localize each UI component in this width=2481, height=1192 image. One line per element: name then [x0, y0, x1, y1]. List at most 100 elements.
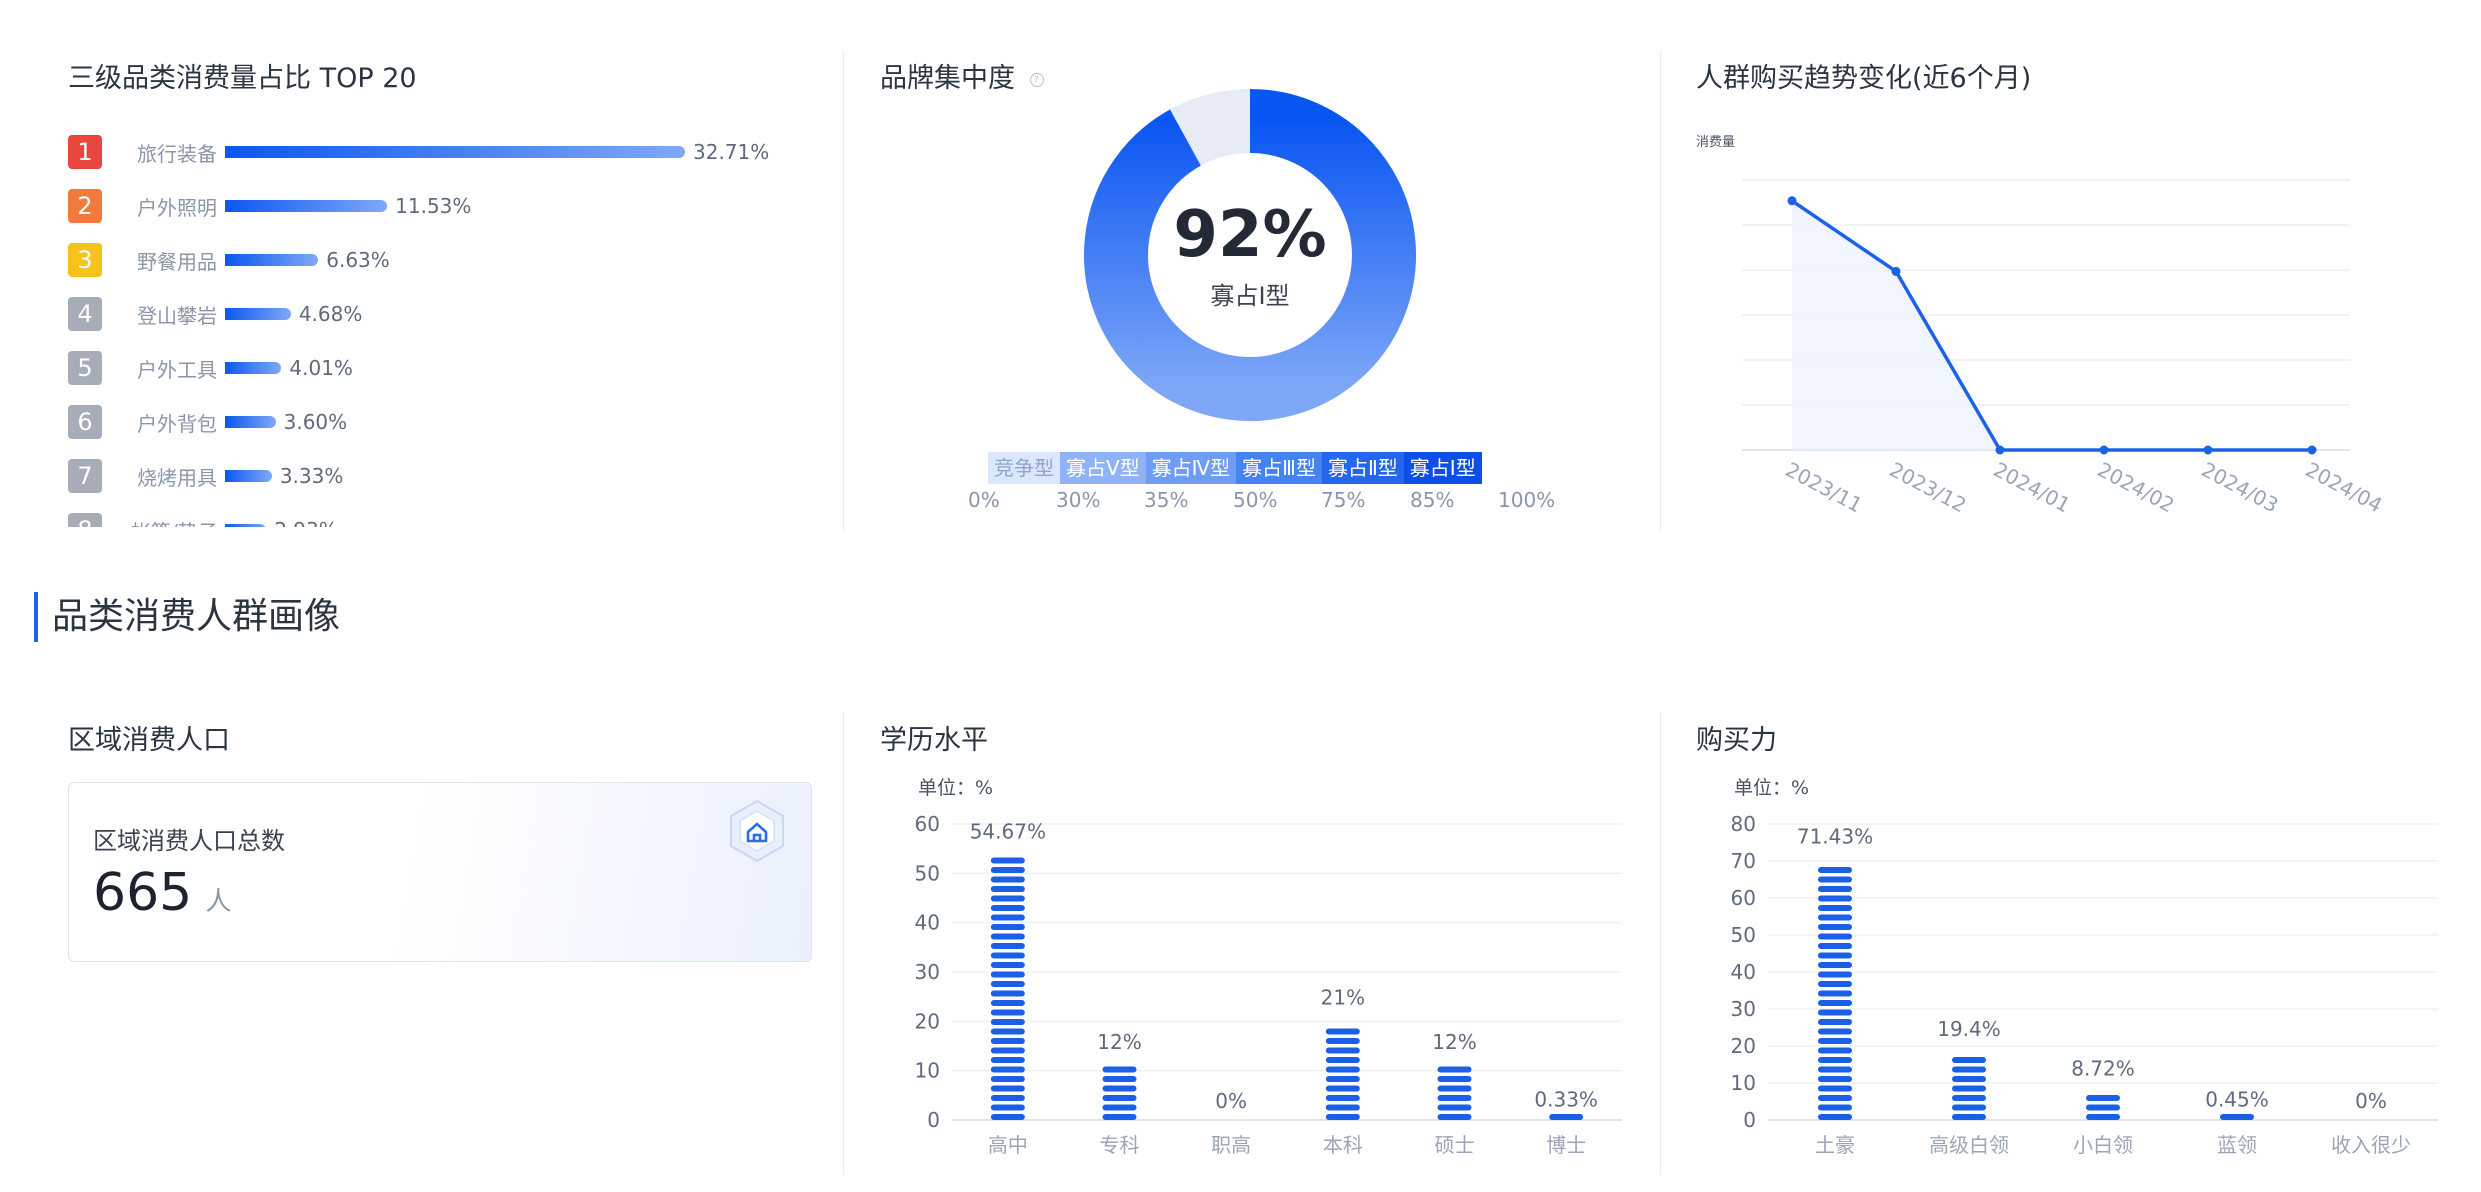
- bar[interactable]: [2220, 1114, 2254, 1120]
- info-icon[interactable]: ?: [1029, 72, 1044, 87]
- bar-stripe: [990, 1028, 1025, 1035]
- legend-tick: 50%: [1233, 488, 1278, 512]
- bar-stripe: [2086, 1095, 2120, 1101]
- x-tick: 收入很少: [2331, 1133, 2411, 1157]
- trend-point[interactable]: [1891, 266, 1901, 276]
- trend-point[interactable]: [1995, 445, 2005, 455]
- rank-row[interactable]: 6 户外背包 3.60%: [68, 405, 808, 439]
- rank-pct: 4.68%: [298, 302, 363, 326]
- bar-value-label: 19.4%: [1937, 1017, 2001, 1041]
- legend-tick: 100%: [1498, 488, 1556, 512]
- population-card-label: 区域消费人口总数: [93, 827, 285, 855]
- x-tick: 硕士: [1435, 1133, 1475, 1157]
- rank-bar: [225, 146, 685, 158]
- bar[interactable]: [1818, 867, 1852, 1120]
- bar-stripe: [990, 971, 1025, 978]
- bar-stripe: [1818, 1066, 1852, 1073]
- bar-stripe: [990, 1114, 1025, 1120]
- bar-stripe: [1818, 933, 1852, 940]
- rank-row[interactable]: 8 帐篷/垫子 2.93%: [68, 513, 808, 527]
- x-tick: 小白领: [2073, 1133, 2133, 1157]
- bar-stripe: [990, 943, 1025, 949]
- bar[interactable]: [2086, 1095, 2120, 1120]
- bar-stripe: [990, 1085, 1025, 1092]
- rank-row[interactable]: 2 户外照明 11.53%: [68, 189, 808, 223]
- bar-stripe: [990, 1000, 1025, 1006]
- brand-legend: 竞争型 寡占Ⅴ型 寡占Ⅳ型 寡占Ⅲ型 寡占Ⅱ型 寡占Ⅰ型: [988, 452, 1482, 484]
- bar-stripe: [1952, 1085, 1986, 1092]
- brand-title-text: 品牌集中度: [880, 63, 1015, 94]
- bar-stripe: [1325, 1047, 1360, 1054]
- y-tick: 40: [1731, 960, 1756, 984]
- y-tick: 60: [1731, 886, 1756, 910]
- rank-row[interactable]: 1 旅行装备 32.71%: [68, 135, 808, 169]
- bar-stripe: [1818, 876, 1852, 883]
- bar-stripe: [1102, 1085, 1137, 1092]
- bar-value-label: 12%: [1432, 1030, 1476, 1054]
- bar-value-label: 8.72%: [2071, 1057, 2135, 1081]
- population-title: 区域消费人口: [68, 725, 230, 756]
- bar-stripe: [990, 1009, 1025, 1016]
- bar-stripe: [990, 924, 1025, 930]
- purchase-chart: 单位：% 0 10 20 30 40 50 60 70 80 71.43% 土豪 19.4% 高级白领 8.…: [1731, 777, 2438, 1157]
- rank-row[interactable]: 7 烧烤用具 3.33%: [68, 459, 808, 493]
- trend-chart: 消费量 2023/11 2023/12 2024/01 2024/02 2024/03 20…: [1696, 135, 2386, 517]
- rank-label: 旅行装备: [137, 141, 217, 166]
- y-tick: 50: [1731, 923, 1756, 947]
- rank-badge: 4: [68, 297, 102, 331]
- bar-stripe: [1325, 1057, 1360, 1063]
- top20-list[interactable]: 1 旅行装备 32.71% 2 户外照明 11.53% 3 野餐用品 6.63% 4 登山攀岩 4.6…: [68, 135, 808, 527]
- bar-stripe: [990, 867, 1025, 873]
- trend-point[interactable]: [2203, 445, 2213, 455]
- bar-stripe: [1818, 1085, 1852, 1092]
- trend-point[interactable]: [2307, 445, 2317, 455]
- unit-label: 单位：%: [1734, 777, 1809, 799]
- bar[interactable]: [990, 857, 1025, 1121]
- bar-stripe: [1818, 924, 1852, 930]
- rank-badge: 6: [68, 405, 102, 439]
- rank-row[interactable]: 5 户外工具 4.01%: [68, 351, 808, 385]
- y-tick: 20: [915, 1009, 940, 1033]
- y-tick: 70: [1731, 849, 1756, 873]
- bar-value-label: 0.33%: [1534, 1087, 1598, 1111]
- bar-stripe: [1818, 886, 1852, 892]
- rank-label: 登山攀岩: [137, 303, 217, 328]
- bar-stripe: [1818, 1095, 1852, 1101]
- rank-badge: 5: [68, 351, 102, 385]
- trend-point[interactable]: [2099, 445, 2109, 455]
- population-value-row: 665 人: [93, 863, 231, 923]
- bar[interactable]: [1549, 1114, 1584, 1120]
- rank-row[interactable]: 3 野餐用品 6.63%: [68, 243, 808, 277]
- population-card: 区域消费人口总数 665 人: [68, 782, 812, 962]
- rank-label: 野餐用品: [137, 249, 217, 274]
- y-tick: 80: [1731, 812, 1756, 836]
- legend-segment: 寡占Ⅴ型: [1060, 452, 1146, 484]
- x-tick: 专科: [1100, 1133, 1140, 1157]
- rank-label: 烧烤用具: [137, 465, 217, 490]
- trend-point[interactable]: [1787, 196, 1797, 206]
- bar[interactable]: [1952, 1057, 1986, 1120]
- y-tick: 10: [915, 1059, 940, 1083]
- bar-stripe: [990, 905, 1025, 911]
- bar-stripe: [1437, 1076, 1472, 1082]
- section-title: 品类消费人群画像: [34, 592, 340, 642]
- divider: [843, 52, 844, 530]
- bar-stripe: [1102, 1104, 1137, 1111]
- y-tick: 20: [1731, 1034, 1756, 1058]
- bar[interactable]: [1325, 1028, 1360, 1121]
- bar-value-label: 71.43%: [1797, 825, 1873, 849]
- bar[interactable]: [1102, 1066, 1137, 1121]
- bar[interactable]: [1437, 1066, 1472, 1121]
- rank-label: 户外背包: [137, 411, 217, 436]
- bar-stripe: [1818, 1019, 1852, 1025]
- legend-segment: 寡占Ⅳ型: [1145, 452, 1237, 484]
- rank-badge: 2: [68, 189, 102, 223]
- trend-xtick: 2024/03: [2198, 457, 2283, 517]
- rank-pct: 2.93%: [274, 518, 338, 527]
- bar-stripe: [1437, 1095, 1472, 1101]
- trend-ylabel: 消费量: [1696, 135, 1735, 150]
- rank-pct: 3.33%: [279, 464, 344, 488]
- rank-row[interactable]: 4 登山攀岩 4.68%: [68, 297, 808, 331]
- top20-title: 三级品类消费量占比 TOP 20: [68, 63, 417, 94]
- bar-stripe: [1325, 1095, 1360, 1101]
